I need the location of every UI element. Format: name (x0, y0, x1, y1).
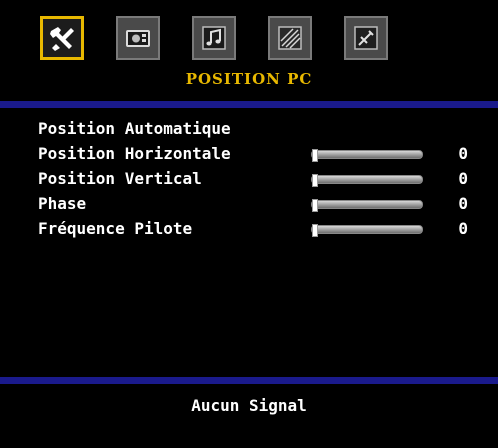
menu-row-pilot-frequency[interactable]: Fréquence Pilote 0 (38, 218, 478, 243)
image-settings-icon (278, 26, 302, 50)
status-message: Aucun Signal (191, 396, 307, 415)
tab-picture[interactable] (116, 16, 160, 60)
menu-row-label: Phase (38, 194, 87, 213)
menu-row-value: 0 (458, 194, 468, 213)
tab-features[interactable] (268, 16, 312, 60)
menu-tabs (40, 16, 400, 64)
menu-row-vertical-position[interactable]: Position Vertical 0 (38, 168, 478, 193)
menu-row-value: 0 (458, 219, 468, 238)
menu-row-phase[interactable]: Phase 0 (38, 193, 478, 218)
menu-row-value: 0 (458, 144, 468, 163)
slider-knob[interactable] (312, 174, 318, 187)
menu-row-horizontal-position[interactable]: Position Horizontale 0 (38, 143, 478, 168)
tab-setup[interactable] (40, 16, 84, 60)
vertical-position-slider[interactable] (311, 174, 423, 187)
slider-knob[interactable] (312, 224, 318, 237)
tools-icon (354, 26, 378, 50)
pilot-frequency-slider[interactable] (311, 224, 423, 237)
music-note-icon (202, 26, 226, 50)
tv-picture-icon (126, 30, 150, 47)
horizontal-position-slider[interactable] (311, 149, 423, 162)
slider-knob[interactable] (312, 199, 318, 212)
page-title: POSITION PC (185, 70, 313, 88)
footer-divider (0, 377, 498, 384)
menu-row-label: Fréquence Pilote (38, 219, 193, 238)
phase-slider[interactable] (311, 199, 423, 212)
settings-menu: Position Automatique Position Horizontal… (38, 118, 478, 243)
menu-row-label: Position Automatique (38, 119, 231, 138)
menu-row-label: Position Horizontale (38, 144, 231, 163)
slider-knob[interactable] (312, 149, 318, 162)
menu-row-label: Position Vertical (38, 169, 202, 188)
menu-row-value: 0 (458, 169, 468, 188)
tab-sound[interactable] (192, 16, 236, 60)
menu-row-auto-position[interactable]: Position Automatique (38, 118, 478, 143)
header-divider (0, 101, 498, 108)
osd-screen: POSITION PC Position Automatique Positio… (0, 0, 498, 448)
tab-install[interactable] (344, 16, 388, 60)
wrench-screwdriver-icon (50, 27, 74, 51)
